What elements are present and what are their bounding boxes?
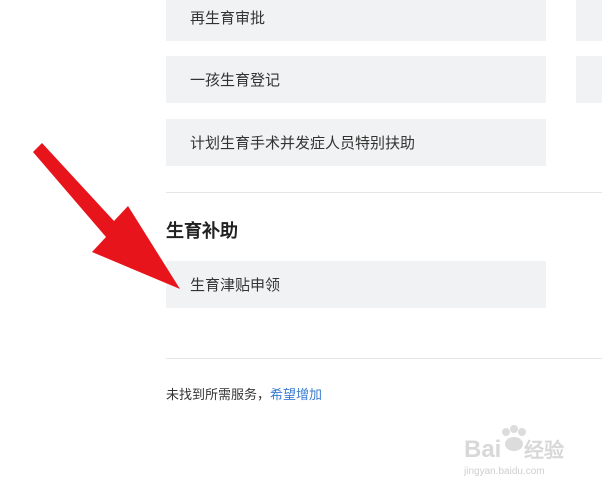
baidu-jingyan-watermark-icon: Bai 经验 jingyan.baidu.com bbox=[463, 425, 564, 477]
watermark-logo-text-2: 经验 bbox=[524, 438, 564, 462]
watermark-logo-text: Bai bbox=[464, 436, 501, 463]
red-arrow-icon bbox=[33, 143, 180, 289]
watermark-url: jingyan.baidu.com bbox=[463, 466, 545, 477]
